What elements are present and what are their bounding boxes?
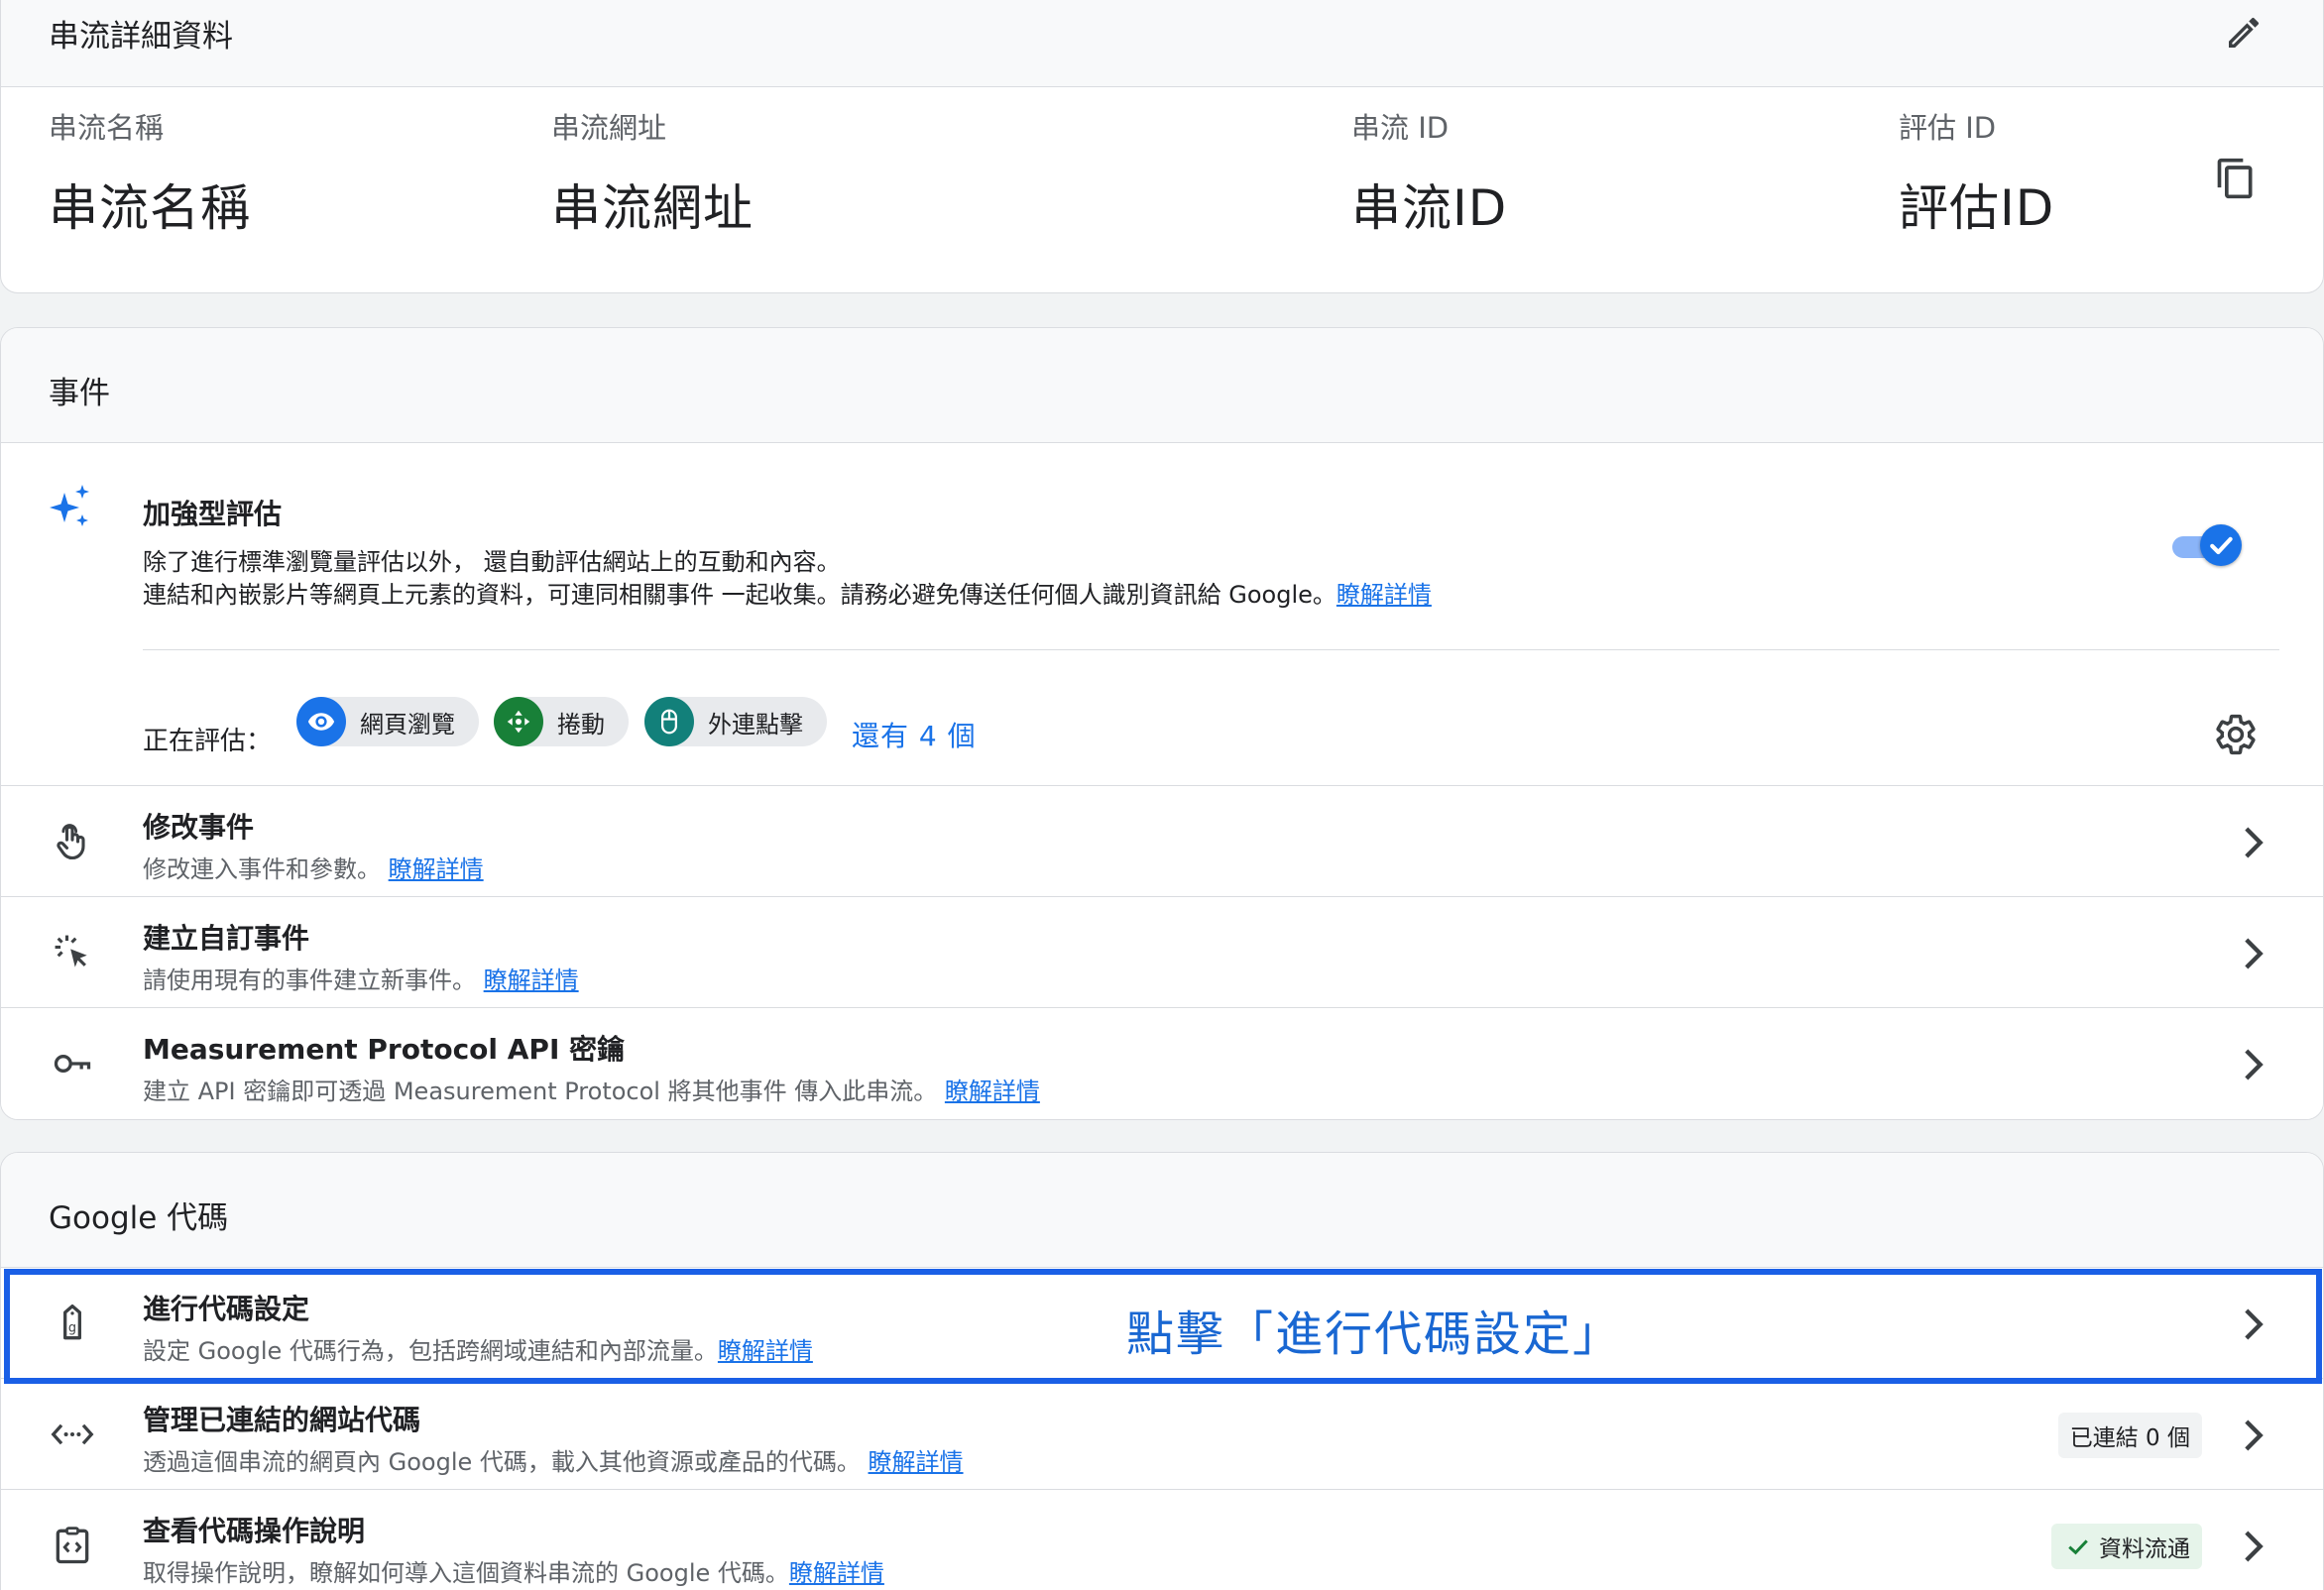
gear-icon[interactable]: [2214, 713, 2258, 756]
stream-details-title: 串流詳細資料: [49, 19, 233, 55]
learn-more-link[interactable]: 瞭解詳情: [789, 1559, 884, 1587]
desc-text: 取得操作說明，瞭解如何導入這個資料串流的 Google 代碼。: [143, 1559, 789, 1587]
row-view-tag-instructions-desc: 取得操作說明，瞭解如何導入這個資料串流的 Google 代碼。瞭解詳情: [143, 1553, 884, 1588]
chip-page-views[interactable]: 網頁瀏覽: [296, 697, 479, 746]
google-tag-header: Google 代碼: [1, 1153, 2323, 1268]
measuring-label: 正在評估：: [143, 727, 273, 756]
chip-outbound-clicks-label: 外連點擊: [708, 710, 803, 738]
field-stream-name: 串流名稱 串流名稱: [49, 105, 251, 240]
row-view-tag-instructions-title: 查看代碼操作說明: [143, 1515, 366, 1547]
desc-text: 設定 Google 代碼行為，包括跨網域連結和內部流量。: [143, 1337, 718, 1365]
more-events-link[interactable]: 還有 4 個: [852, 715, 977, 754]
data-flowing-badge: 資料流通: [2051, 1524, 2202, 1569]
data-flowing-label: 資料流通: [2099, 1536, 2190, 1562]
stream-id-label: 串流 ID: [1351, 111, 1450, 145]
desc-text: 請使用現有的事件建立新事件。: [143, 966, 476, 994]
click-cursor-icon: [55, 935, 87, 967]
sparkle-icon: [50, 485, 89, 526]
measurement-id-label: 評估 ID: [1899, 111, 1997, 145]
row-create-custom-events-title: 建立自訂事件: [143, 922, 310, 955]
row-create-custom-events[interactable]: 建立自訂事件 請使用現有的事件建立新事件。 瞭解詳情: [1, 897, 2323, 1008]
stream-name-label: 串流名稱: [49, 111, 165, 145]
row-measurement-protocol-title: Measurement Protocol API 密鑰: [143, 1033, 626, 1066]
learn-more-link[interactable]: 瞭解詳情: [484, 966, 579, 994]
svg-text:g: g: [68, 1320, 76, 1335]
code-arrows-icon: [51, 1423, 94, 1445]
desc-text: 建立 API 密鑰即可透過 Measurement Protocol 將其他事件…: [143, 1078, 938, 1105]
enhanced-divider: [143, 649, 2279, 650]
chevron-right-icon: [2245, 938, 2264, 969]
chevron-right-icon: [2245, 827, 2264, 858]
mouse-icon: [644, 697, 694, 746]
chip-outbound-clicks[interactable]: 外連點擊: [644, 697, 827, 746]
row-configure-tag-settings-title: 進行代碼設定: [143, 1293, 310, 1325]
clipboard-code-icon: [56, 1527, 89, 1564]
row-manage-connected-tags[interactable]: 管理已連結的網站代碼 透過這個串流的網頁內 Google 代碼，載入其他資源或產…: [1, 1379, 2323, 1490]
row-view-tag-instructions[interactable]: 查看代碼操作說明 取得操作說明，瞭解如何導入這個資料串流的 Google 代碼。…: [1, 1490, 2323, 1590]
stream-name-value: 串流名稱: [49, 179, 251, 237]
learn-more-link[interactable]: 瞭解詳情: [869, 1448, 964, 1476]
stream-details-header: 串流詳細資料: [1, 0, 2323, 87]
row-modify-events-title: 修改事件: [143, 811, 255, 844]
chevron-right-icon: [2245, 1308, 2264, 1340]
learn-more-link[interactable]: 瞭解詳情: [389, 855, 484, 883]
stream-id-value: 串流ID: [1351, 179, 1508, 237]
key-icon: [54, 1055, 91, 1073]
row-configure-tag-settings-desc: 設定 Google 代碼行為，包括跨網域連結和內部流量。瞭解詳情: [143, 1331, 813, 1366]
eye-icon: [296, 697, 346, 746]
tag-g-icon: g: [63, 1304, 81, 1340]
learn-more-link[interactable]: 瞭解詳情: [945, 1078, 1040, 1105]
events-card: 事件 加強型評估 除了進行標準瀏覽量評估以外， 還自動評估網站上的互動和內容。 …: [0, 327, 2324, 1120]
connected-count-badge: 已連結 0 個: [2057, 1413, 2202, 1458]
row-create-custom-events-desc: 請使用現有的事件建立新事件。 瞭解詳情: [143, 961, 579, 995]
google-tag-title: Google 代碼: [49, 1200, 229, 1236]
chip-scrolls-label: 捲動: [557, 710, 605, 738]
chevron-right-icon: [2245, 1420, 2264, 1451]
check-icon: [2210, 536, 2233, 555]
enhanced-measurement-section: 加強型評估 除了進行標準瀏覽量評估以外， 還自動評估網站上的互動和內容。 連結和…: [1, 443, 2323, 786]
enhanced-measurement-description: 除了進行標準瀏覽量評估以外， 還自動評估網站上的互動和內容。 連結和內嵌影片等網…: [143, 546, 2027, 612]
chevron-right-icon: [2245, 1049, 2264, 1080]
row-measurement-protocol[interactable]: Measurement Protocol API 密鑰 建立 API 密鑰即可透…: [1, 1008, 2323, 1119]
chip-scrolls[interactable]: 捲動: [494, 697, 629, 746]
chevron-right-icon: [2245, 1531, 2264, 1562]
learn-more-link[interactable]: 瞭解詳情: [718, 1337, 813, 1365]
pencil-icon[interactable]: [2224, 13, 2264, 53]
field-stream-url: 串流網址 串流網址: [551, 105, 754, 240]
enhanced-measurement-title: 加強型評估: [143, 498, 283, 530]
field-measurement-id: 評估 ID 評估ID: [1899, 105, 2054, 240]
field-stream-id: 串流 ID 串流ID: [1351, 105, 1507, 240]
enhanced-desc-line1: 除了進行標準瀏覽量評估以外， 還自動評估網站上的互動和內容。: [143, 548, 841, 576]
row-modify-events-desc: 修改連入事件和參數。 瞭解詳情: [143, 850, 484, 884]
scroll-arrows-icon: [494, 697, 543, 746]
stream-url-value: 串流網址: [551, 179, 754, 237]
desc-text: 修改連入事件和參數。: [143, 855, 381, 883]
row-measurement-protocol-desc: 建立 API 密鑰即可透過 Measurement Protocol 將其他事件…: [143, 1072, 1040, 1106]
enhanced-desc-line2: 連結和內嵌影片等網頁上元素的資料，可連同相關事件 一起收集。請務必避免傳送任何個…: [143, 581, 1336, 609]
google-tag-card: Google 代碼 g 進行代碼設定 設定 Google 代碼行為，包括跨網域連…: [0, 1152, 2324, 1590]
stream-details-card: 串流詳細資料 串流名稱 串流名稱 串流網址 串流網址 串流 ID 串流ID 評估…: [0, 0, 2324, 293]
enhanced-learn-more-link[interactable]: 瞭解詳情: [1336, 581, 1432, 609]
stream-url-label: 串流網址: [551, 111, 667, 145]
events-header: 事件: [1, 328, 2323, 443]
row-modify-events[interactable]: 修改事件 修改連入事件和參數。 瞭解詳情: [1, 786, 2323, 897]
copy-icon[interactable]: [2214, 155, 2258, 202]
row-manage-connected-tags-title: 管理已連結的網站代碼: [143, 1404, 421, 1436]
chip-page-views-label: 網頁瀏覽: [360, 710, 455, 738]
check-icon: [2068, 1539, 2088, 1555]
touch-hand-icon: [57, 824, 85, 860]
toggle-thumb: [2200, 524, 2242, 566]
measurement-id-value: 評估ID: [1899, 179, 2055, 237]
desc-text: 透過這個串流的網頁內 Google 代碼，載入其他資源或產品的代碼。: [143, 1448, 861, 1476]
annotation-text: 點擊「進行代碼設定」: [1126, 1306, 1623, 1362]
events-title: 事件: [49, 376, 110, 411]
enhanced-measurement-toggle[interactable]: [2166, 524, 2242, 568]
row-manage-connected-tags-desc: 透過這個串流的網頁內 Google 代碼，載入其他資源或產品的代碼。 瞭解詳情: [143, 1442, 964, 1477]
